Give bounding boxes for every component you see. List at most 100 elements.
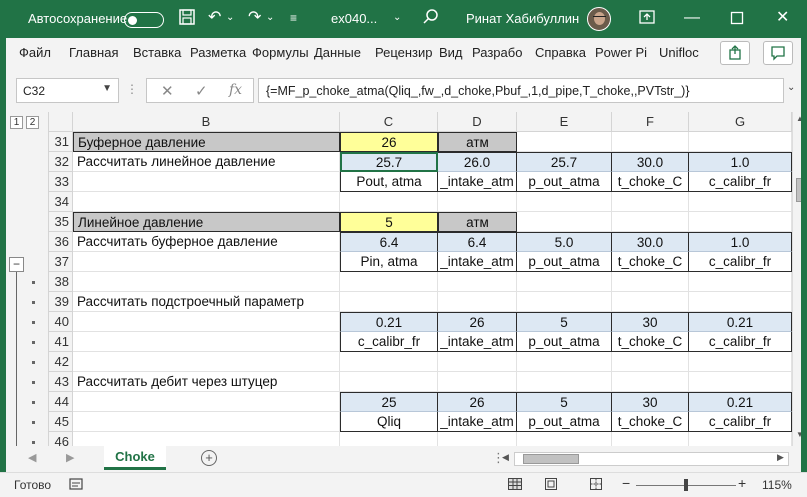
cell-g31[interactable] bbox=[689, 132, 792, 152]
tab-unifloc[interactable]: Unifloc bbox=[659, 45, 699, 60]
cell-g37[interactable]: c_calibr_fr bbox=[689, 252, 792, 272]
cell-b44[interactable] bbox=[73, 392, 340, 412]
cell-f35[interactable] bbox=[612, 212, 689, 232]
cell-g39[interactable] bbox=[689, 292, 792, 312]
row-header-45[interactable]: 45 bbox=[49, 412, 73, 432]
cell-b46[interactable] bbox=[73, 432, 340, 446]
cell-e40[interactable]: 5 bbox=[517, 312, 612, 332]
cell-c38[interactable] bbox=[340, 272, 438, 292]
zoom-out-icon[interactable]: − bbox=[622, 475, 630, 491]
cell-e46[interactable] bbox=[517, 432, 612, 446]
cell-e38[interactable] bbox=[517, 272, 612, 292]
enter-icon[interactable]: ✓ bbox=[195, 82, 208, 100]
cell-e41[interactable]: p_out_atma bbox=[517, 332, 612, 352]
cell-b45[interactable] bbox=[73, 412, 340, 432]
cell-f32[interactable]: 30.0 bbox=[612, 152, 689, 172]
cell-e32[interactable]: 25.7 bbox=[517, 152, 612, 172]
cell-f43[interactable] bbox=[612, 372, 689, 392]
row-header-41[interactable]: 41 bbox=[49, 332, 73, 352]
tab-formulas[interactable]: Формулы bbox=[252, 45, 312, 60]
row-header-44[interactable]: 44 bbox=[49, 392, 73, 412]
cell-b38[interactable] bbox=[73, 272, 340, 292]
cell-g43[interactable] bbox=[689, 372, 792, 392]
cell-c33[interactable]: Pout, atma bbox=[340, 172, 438, 192]
page-layout-icon[interactable] bbox=[543, 476, 559, 495]
expand-formula-icon[interactable]: ⌄ bbox=[787, 82, 795, 93]
cell-c39[interactable] bbox=[340, 292, 438, 312]
undo-dropdown-icon[interactable]: ⌄ bbox=[226, 8, 234, 28]
cell-g41[interactable]: c_calibr_fr bbox=[689, 332, 792, 352]
cell-c35[interactable]: 5 bbox=[340, 212, 438, 232]
cell-f39[interactable] bbox=[612, 292, 689, 312]
cell-f46[interactable] bbox=[612, 432, 689, 446]
cell-f33[interactable]: t_choke_C bbox=[612, 172, 689, 192]
tab-help[interactable]: Справка bbox=[535, 45, 586, 60]
cell-e45[interactable]: p_out_atma bbox=[517, 412, 612, 432]
cell-c37[interactable]: Pin, atma bbox=[340, 252, 438, 272]
cell-d46[interactable] bbox=[438, 432, 517, 446]
comments-button[interactable] bbox=[763, 41, 793, 65]
row-header-32[interactable]: 32 bbox=[49, 152, 73, 172]
avatar[interactable] bbox=[587, 7, 611, 31]
cell-g40[interactable]: 0.21 bbox=[689, 312, 792, 332]
column-header-d[interactable]: D bbox=[438, 112, 517, 132]
tab-developer[interactable]: Разрабо bbox=[472, 45, 522, 60]
row-header-38[interactable]: 38 bbox=[49, 272, 73, 292]
name-box-dropdown-icon[interactable]: ▼ bbox=[102, 83, 112, 94]
insert-function-icon[interactable]: fx bbox=[229, 82, 242, 98]
tab-insert[interactable]: Вставка bbox=[133, 45, 181, 60]
row-header-36[interactable]: 36 bbox=[49, 232, 73, 252]
cell-g32[interactable]: 1.0 bbox=[689, 152, 792, 172]
ribbon-display-icon[interactable] bbox=[638, 8, 656, 32]
cell-f42[interactable] bbox=[612, 352, 689, 372]
row-header-34[interactable]: 34 bbox=[49, 192, 73, 212]
cell-c45[interactable]: Qliq bbox=[340, 412, 438, 432]
tab-home[interactable]: Главная bbox=[69, 45, 118, 60]
redo-icon[interactable]: ↷ bbox=[248, 8, 261, 28]
cell-b40[interactable] bbox=[73, 312, 340, 332]
cell-c42[interactable] bbox=[340, 352, 438, 372]
cell-f31[interactable] bbox=[612, 132, 689, 152]
column-header-g[interactable]: G bbox=[689, 112, 792, 132]
cell-f34[interactable] bbox=[612, 192, 689, 212]
add-sheet-button[interactable]: + bbox=[201, 450, 217, 466]
cell-c43[interactable] bbox=[340, 372, 438, 392]
close-icon[interactable]: ✕ bbox=[776, 8, 789, 28]
cell-c44[interactable]: 25 bbox=[340, 392, 438, 412]
cell-d44[interactable]: 26 bbox=[438, 392, 517, 412]
cell-b34[interactable] bbox=[73, 192, 340, 212]
cell-f41[interactable]: t_choke_C bbox=[612, 332, 689, 352]
outline-level-2[interactable]: 2 bbox=[26, 116, 39, 129]
cell-g36[interactable]: 1.0 bbox=[689, 232, 792, 252]
cell-f36[interactable]: 30.0 bbox=[612, 232, 689, 252]
cell-d45[interactable]: _intake_atm bbox=[438, 412, 517, 432]
formula-input[interactable]: {=MF_p_choke_atma(Qliq_,fw_,d_choke,Pbuf… bbox=[258, 78, 784, 103]
cell-d34[interactable] bbox=[438, 192, 517, 212]
cell-f45[interactable]: t_choke_C bbox=[612, 412, 689, 432]
redo-dropdown-icon[interactable]: ⌄ bbox=[266, 8, 274, 28]
cell-e34[interactable] bbox=[517, 192, 612, 212]
row-header-37[interactable]: 37 bbox=[49, 252, 73, 272]
tab-review[interactable]: Рецензир bbox=[375, 45, 433, 60]
cell-d31[interactable]: атм bbox=[438, 132, 517, 152]
cell-b36[interactable]: Рассчитать буферное давление bbox=[73, 232, 340, 252]
cell-d36[interactable]: 6.4 bbox=[438, 232, 517, 252]
save-icon[interactable] bbox=[178, 8, 196, 32]
cell-g42[interactable] bbox=[689, 352, 792, 372]
cell-b33[interactable] bbox=[73, 172, 340, 192]
cell-e43[interactable] bbox=[517, 372, 612, 392]
cell-e33[interactable]: p_out_atma bbox=[517, 172, 612, 192]
cell-c31[interactable]: 26 bbox=[340, 132, 438, 152]
column-header-f[interactable]: F bbox=[612, 112, 689, 132]
customize-toolbar-icon[interactable]: ≡ bbox=[290, 8, 297, 28]
cell-d40[interactable]: 26 bbox=[438, 312, 517, 332]
column-header-c[interactable]: C bbox=[340, 112, 438, 132]
column-header-b[interactable]: B bbox=[73, 112, 340, 132]
cell-g38[interactable] bbox=[689, 272, 792, 292]
cell-f44[interactable]: 30 bbox=[612, 392, 689, 412]
vertical-scroll-thumb[interactable] bbox=[796, 178, 801, 202]
row-header-46[interactable]: 46 bbox=[49, 432, 73, 446]
scroll-right-icon[interactable]: ▶ bbox=[777, 452, 784, 463]
prev-sheet-icon[interactable]: ◀ bbox=[28, 451, 36, 464]
cell-e35[interactable] bbox=[517, 212, 612, 232]
